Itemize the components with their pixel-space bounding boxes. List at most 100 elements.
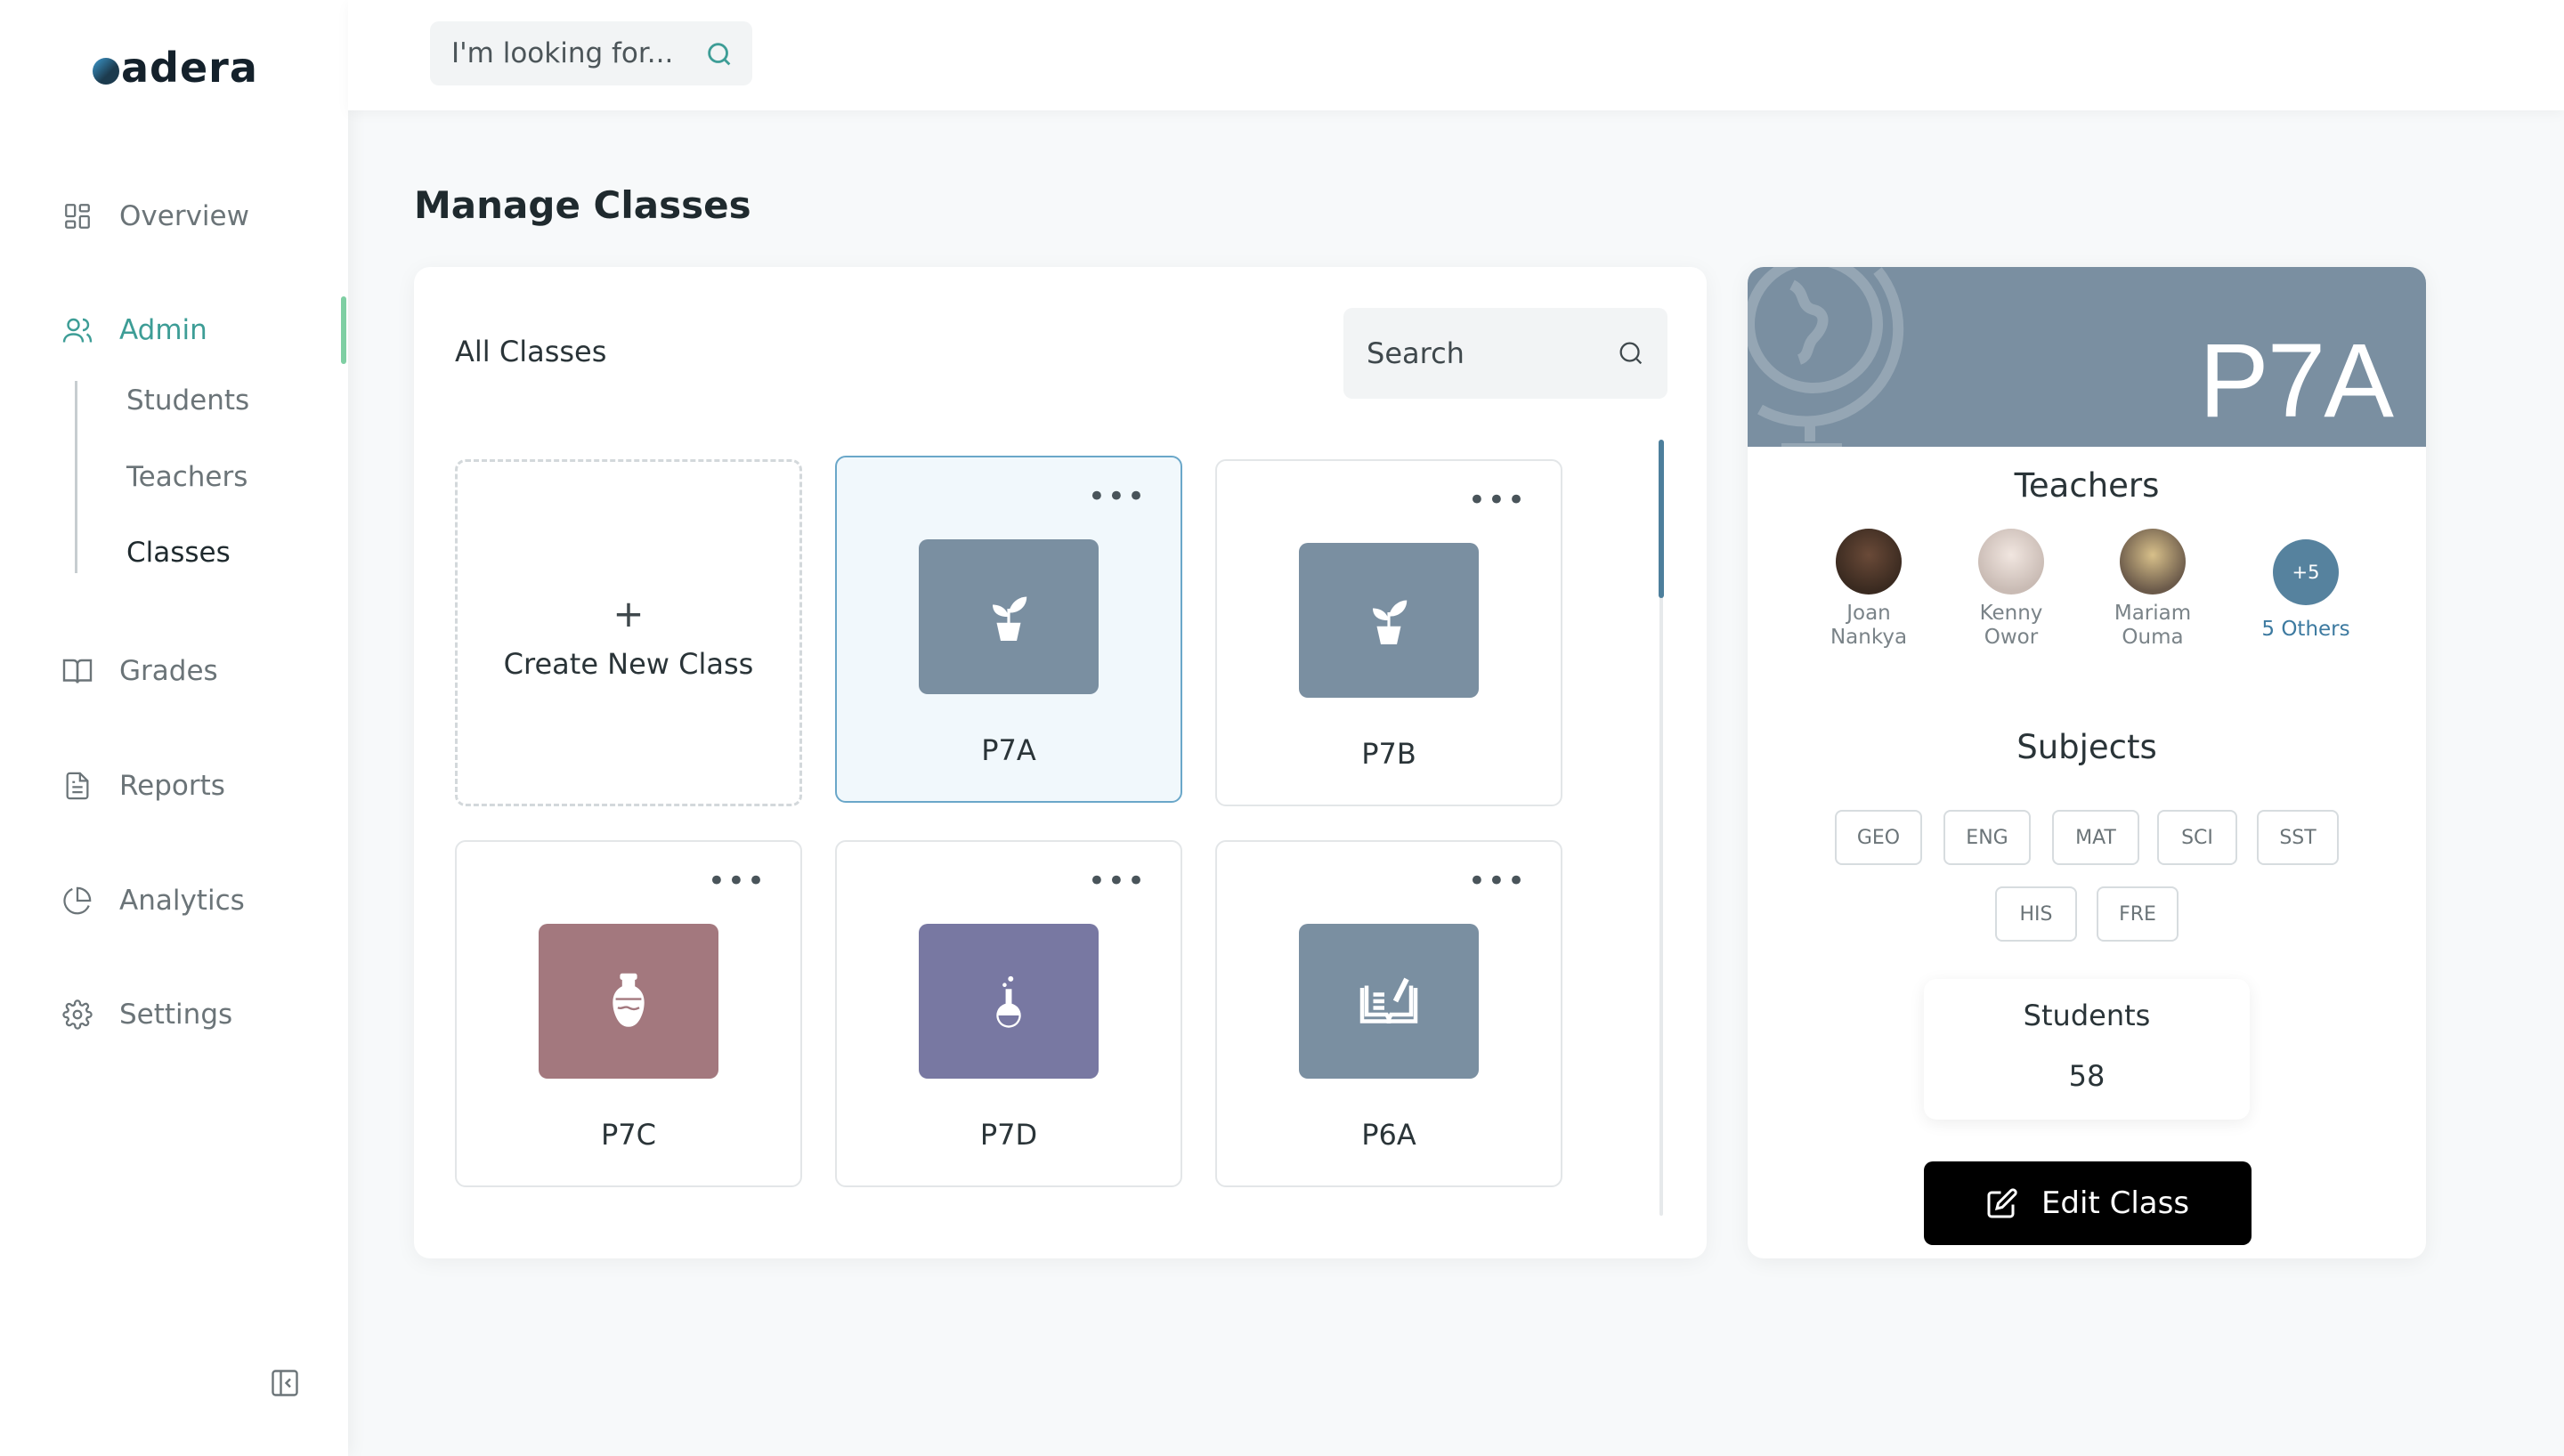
edit-class-label: Edit Class bbox=[2041, 1185, 2190, 1221]
logo[interactable]: adera bbox=[93, 39, 258, 96]
teacher-first-name: Kenny bbox=[1979, 602, 2043, 625]
sidebar-subitem-teachers[interactable]: Teachers bbox=[126, 457, 247, 497]
submenu-guide-line bbox=[75, 381, 77, 573]
create-new-class-button[interactable]: + Create New Class bbox=[455, 459, 802, 806]
class-search-placeholder: Search bbox=[1367, 336, 1465, 370]
plus-icon: + bbox=[613, 592, 645, 635]
scrollbar-thumb[interactable] bbox=[1659, 440, 1664, 598]
gear-icon bbox=[61, 998, 94, 1031]
flask-icon bbox=[996, 975, 1021, 1028]
students-count: 58 bbox=[2068, 1059, 2106, 1093]
class-thumbnail bbox=[919, 924, 1099, 1079]
plant-icon bbox=[1373, 600, 1408, 644]
edit-icon bbox=[1986, 1187, 2018, 1219]
sidebar-item-label: Analytics bbox=[119, 885, 245, 917]
sidebar-item-label: Admin bbox=[119, 314, 207, 346]
class-thumbnail bbox=[919, 539, 1099, 694]
more-options-icon[interactable]: ••• bbox=[1088, 866, 1147, 896]
class-tile-p7c[interactable]: ••• P7C bbox=[455, 840, 802, 1187]
sidebar-subitem-students[interactable]: Students bbox=[126, 381, 249, 420]
class-search-input[interactable]: Search bbox=[1343, 308, 1667, 399]
classes-panel: All Classes Search + Create New Class ••… bbox=[414, 267, 1707, 1258]
subjects-title: Subjects bbox=[2016, 728, 2157, 766]
sidebar-item-label: Overview bbox=[119, 200, 249, 232]
plant-icon bbox=[993, 596, 1027, 641]
logo-mark-icon bbox=[93, 58, 119, 85]
class-banner: P7A bbox=[1748, 267, 2426, 447]
sidebar-subitem-classes[interactable]: Classes bbox=[126, 533, 231, 572]
sidebar-item-label: Reports bbox=[119, 770, 225, 802]
sidebar-item-label: Settings bbox=[119, 999, 233, 1031]
page-title: Manage Classes bbox=[414, 183, 751, 227]
book-icon bbox=[61, 654, 94, 688]
students-count-card: Students 58 bbox=[1924, 979, 2250, 1120]
sidebar: adera Overview Admin Students Teachers C… bbox=[0, 0, 348, 1456]
class-thumbnail bbox=[539, 924, 718, 1079]
avatar bbox=[2120, 529, 2186, 595]
create-new-class-label: Create New Class bbox=[503, 647, 754, 681]
top-bar: I'm looking for... bbox=[348, 0, 2564, 110]
teacher-mariam-ouma[interactable]: Mariam Ouma bbox=[2099, 529, 2206, 650]
sidebar-item-settings[interactable]: Settings bbox=[61, 990, 232, 1039]
avatar bbox=[1978, 529, 2044, 595]
edit-class-button[interactable]: Edit Class bbox=[1924, 1161, 2252, 1245]
avatar bbox=[1836, 529, 1902, 595]
subject-chip[interactable]: SCI bbox=[2157, 810, 2237, 865]
collapse-sidebar-icon[interactable] bbox=[269, 1367, 301, 1399]
logo-text: adera bbox=[121, 44, 258, 92]
globe-icon bbox=[1748, 267, 1904, 447]
users-icon bbox=[61, 313, 94, 347]
global-search-input[interactable]: I'm looking for... bbox=[430, 21, 752, 85]
class-thumbnail bbox=[1299, 924, 1479, 1079]
panel-title: All Classes bbox=[455, 335, 607, 368]
subject-chip[interactable]: MAT bbox=[2052, 810, 2139, 865]
teacher-joan-nankya[interactable]: Joan Nankya bbox=[1815, 529, 1922, 650]
class-tile-p7d[interactable]: ••• P7D bbox=[835, 840, 1182, 1187]
teacher-last-name: Owor bbox=[1984, 626, 2039, 649]
sidebar-item-grades[interactable]: Grades bbox=[61, 646, 218, 696]
active-indicator bbox=[341, 296, 346, 364]
other-teachers-badge: +5 bbox=[2273, 539, 2339, 605]
pie-chart-icon bbox=[61, 884, 94, 918]
subject-chip[interactable]: HIS bbox=[1995, 886, 2077, 942]
other-teachers[interactable]: +5 5 Others bbox=[2248, 539, 2364, 641]
subject-chip[interactable]: GEO bbox=[1835, 810, 1922, 865]
class-name: P7A bbox=[981, 733, 1036, 767]
search-icon[interactable] bbox=[1616, 338, 1646, 368]
class-tile-p7a[interactable]: ••• P7A bbox=[835, 456, 1182, 803]
more-options-icon[interactable]: ••• bbox=[1468, 866, 1527, 896]
class-name: P7B bbox=[1361, 737, 1416, 771]
class-name: P7C bbox=[601, 1118, 656, 1152]
teacher-kenny-owor[interactable]: Kenny Owor bbox=[1958, 529, 2065, 650]
teachers-title: Teachers bbox=[2014, 466, 2160, 505]
document-icon bbox=[61, 769, 94, 803]
more-options-icon[interactable]: ••• bbox=[1468, 485, 1527, 515]
sidebar-item-reports[interactable]: Reports bbox=[61, 761, 225, 811]
teacher-first-name: Joan bbox=[1846, 602, 1891, 625]
teacher-last-name: Ouma bbox=[2122, 626, 2184, 649]
more-options-icon[interactable]: ••• bbox=[1088, 481, 1147, 512]
class-name: P6A bbox=[1361, 1118, 1416, 1152]
class-tile-p7b[interactable]: ••• P7B bbox=[1215, 459, 1562, 806]
other-teachers-label: 5 Others bbox=[2261, 618, 2350, 641]
subject-chip[interactable]: FRE bbox=[2097, 886, 2179, 942]
banner-class-name: P7A bbox=[2198, 322, 2394, 440]
subject-chip[interactable]: SST bbox=[2257, 810, 2339, 865]
students-label: Students bbox=[2023, 999, 2151, 1032]
grid-icon bbox=[61, 199, 94, 233]
sidebar-item-analytics[interactable]: Analytics bbox=[61, 876, 245, 926]
class-thumbnail bbox=[1299, 543, 1479, 698]
sidebar-item-admin[interactable]: Admin bbox=[61, 305, 207, 355]
class-tile-p6a[interactable]: ••• P6A bbox=[1215, 840, 1562, 1187]
vase-icon bbox=[613, 973, 645, 1027]
class-name: P7D bbox=[979, 1118, 1038, 1152]
open-book-icon bbox=[1359, 977, 1418, 1024]
search-icon[interactable] bbox=[704, 39, 734, 69]
sidebar-item-label: Grades bbox=[119, 655, 218, 687]
subject-chip[interactable]: ENG bbox=[1943, 810, 2031, 865]
more-options-icon[interactable]: ••• bbox=[708, 866, 767, 896]
teacher-last-name: Nankya bbox=[1830, 626, 1908, 649]
sidebar-item-overview[interactable]: Overview bbox=[61, 191, 249, 241]
global-search-placeholder: I'm looking for... bbox=[451, 37, 674, 69]
teacher-first-name: Mariam bbox=[2114, 602, 2192, 625]
